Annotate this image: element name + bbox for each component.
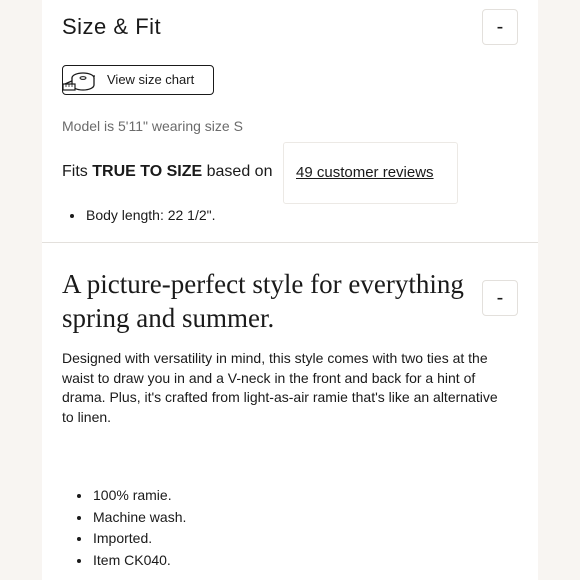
measurements-list: Body length: 22 1/2".	[68, 207, 216, 223]
size-fit-title: Size & Fit	[62, 14, 162, 39]
list-item: Item CK040.	[92, 550, 186, 572]
details-title: A picture-perfect style for everything s…	[62, 269, 464, 333]
list-item: Body length: 22 1/2".	[85, 207, 216, 223]
view-size-chart-label: View size chart	[107, 72, 195, 87]
size-fit-collapse-button[interactable]: -	[482, 9, 518, 45]
details-collapse-button[interactable]: -	[482, 280, 518, 316]
customer-reviews-box[interactable]: 49 customer reviews	[283, 142, 458, 204]
view-size-chart-button[interactable]: View size chart	[62, 65, 214, 95]
section-divider	[42, 242, 538, 243]
list-item: Machine wash.	[92, 507, 186, 529]
measuring-tape-icon	[61, 67, 99, 100]
customer-reviews-link[interactable]: 49 customer reviews	[296, 164, 434, 181]
list-item: Imported.	[92, 528, 186, 550]
model-size-note: Model is 5'11" wearing size S	[62, 118, 243, 134]
features-list: 100% ramie. Machine wash. Imported. Item…	[75, 485, 186, 571]
fit-statement: Fits TRUE TO SIZE based on	[62, 163, 272, 181]
fit-prefix: Fits	[62, 163, 88, 180]
list-item: 100% ramie.	[92, 485, 186, 507]
fit-emphasis: TRUE TO SIZE	[92, 163, 203, 180]
product-description: Designed with versatility in mind, this …	[62, 350, 498, 425]
fit-suffix: based on	[206, 163, 273, 180]
